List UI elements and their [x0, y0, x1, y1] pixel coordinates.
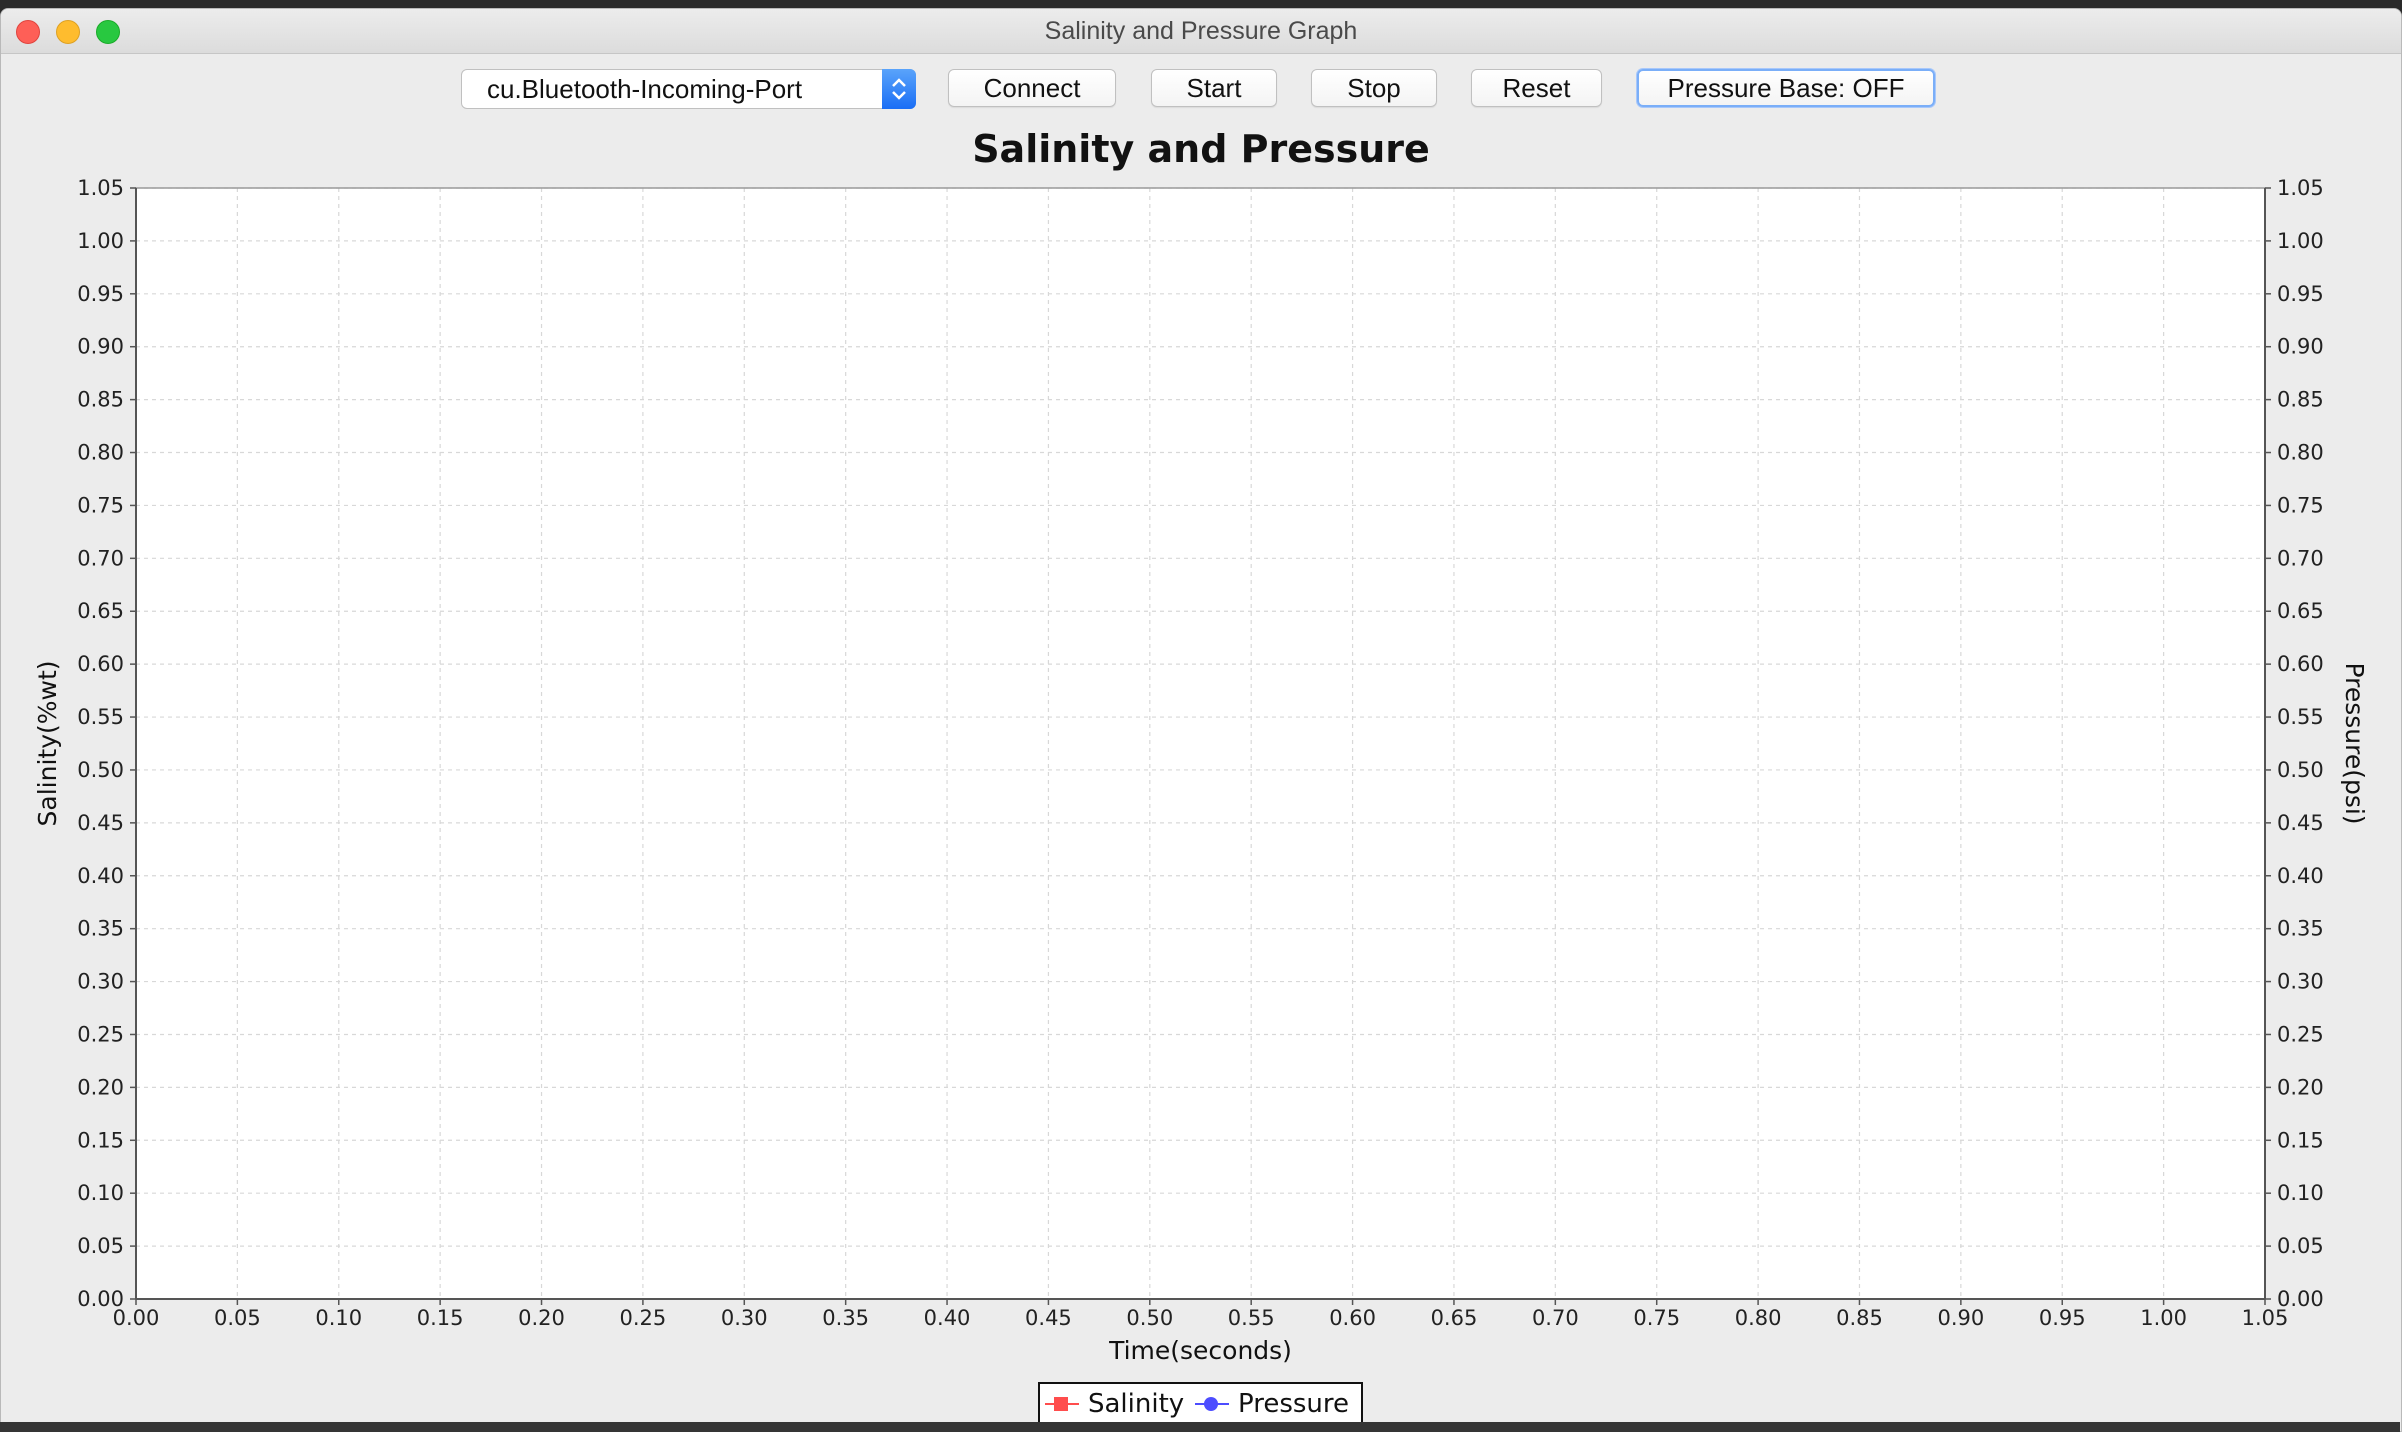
y-tick-label: 1.00	[77, 229, 124, 253]
y-tick-label: 1.05	[77, 176, 124, 200]
x-tick-label: 0.15	[417, 1306, 464, 1330]
x-tick-label: 0.70	[1532, 1306, 1579, 1330]
y2-tick-label: 0.25	[2277, 1022, 2324, 1046]
circle-marker-icon	[1204, 1397, 1218, 1411]
y2-tick-label: 0.90	[2277, 335, 2324, 359]
y2-tick-label: 0.00	[2277, 1287, 2324, 1311]
y-tick-label: 0.65	[77, 599, 124, 623]
y2-tick-label: 0.30	[2277, 970, 2324, 994]
y-tick-label: 0.85	[77, 388, 124, 412]
y-tick-label: 0.25	[77, 1022, 124, 1046]
y-tick-label: 0.60	[77, 652, 124, 676]
plot-area	[136, 188, 2265, 1299]
y-tick-label: 0.80	[77, 441, 124, 465]
y-tick-label: 0.40	[77, 864, 124, 888]
y2-tick-label: 0.20	[2277, 1075, 2324, 1099]
x-tick-label: 0.50	[1126, 1306, 1173, 1330]
y2-tick-label: 0.50	[2277, 758, 2324, 782]
y2-tick-label: 0.40	[2277, 864, 2324, 888]
y2-tick-label: 0.45	[2277, 811, 2324, 835]
y-tick-label: 0.00	[77, 1287, 124, 1311]
x-axis-label: Time(seconds)	[1108, 1336, 1292, 1365]
chart-legend: Salinity Pressure	[1038, 1382, 1363, 1426]
y-tick-label: 0.70	[77, 546, 124, 570]
y-tick-label: 0.90	[77, 335, 124, 359]
y-tick-label: 0.55	[77, 705, 124, 729]
y-tick-label: 0.75	[77, 493, 124, 517]
y2-tick-label: 0.85	[2277, 388, 2324, 412]
y-tick-label: 0.10	[77, 1181, 124, 1205]
app-window: Salinity and Pressure Graph cu.Bluetooth…	[0, 8, 2402, 1432]
y2-tick-label: 0.75	[2277, 493, 2324, 517]
y-tick-label: 0.20	[77, 1075, 124, 1099]
y2-tick-label: 0.35	[2277, 917, 2324, 941]
x-tick-label: 0.35	[822, 1306, 869, 1330]
x-tick-label: 0.30	[721, 1306, 768, 1330]
y2-tick-label: 0.95	[2277, 282, 2324, 306]
x-tick-label: 0.75	[1633, 1306, 1680, 1330]
y2-tick-label: 0.15	[2277, 1128, 2324, 1152]
salinity-legend-line	[1045, 1397, 1079, 1411]
y-tick-label: 0.95	[77, 282, 124, 306]
y-tick-label: 0.35	[77, 917, 124, 941]
y-tick-label: 0.15	[77, 1128, 124, 1152]
x-tick-label: 1.00	[2140, 1306, 2187, 1330]
y2-tick-label: 1.05	[2277, 176, 2324, 200]
y2-tick-label: 0.80	[2277, 441, 2324, 465]
x-tick-label: 0.65	[1431, 1306, 1478, 1330]
y2-tick-label: 1.00	[2277, 229, 2324, 253]
x-tick-label: 0.10	[315, 1306, 362, 1330]
y2-tick-label: 0.10	[2277, 1181, 2324, 1205]
y2-axis-label: Pressure(psi)	[2340, 662, 2369, 824]
x-tick-label: 0.25	[620, 1306, 667, 1330]
x-tick-label: 0.55	[1228, 1306, 1275, 1330]
x-tick-label: 0.80	[1735, 1306, 1782, 1330]
legend-item-salinity: Salinity	[1088, 1389, 1185, 1419]
y2-tick-label: 0.60	[2277, 652, 2324, 676]
y2-tick-label: 0.70	[2277, 546, 2324, 570]
y2-tick-label: 0.05	[2277, 1234, 2324, 1258]
y-tick-label: 0.50	[77, 758, 124, 782]
x-tick-label: 0.20	[518, 1306, 565, 1330]
x-tick-label: 0.60	[1329, 1306, 1376, 1330]
y-tick-label: 0.30	[77, 970, 124, 994]
y-tick-label: 0.45	[77, 811, 124, 835]
x-tick-label: 0.90	[1937, 1306, 1984, 1330]
square-marker-icon	[1054, 1397, 1068, 1411]
y-axis-label: Salinity(%wt)	[33, 661, 62, 827]
y-tick-label: 0.05	[77, 1234, 124, 1258]
x-tick-label: 0.85	[1836, 1306, 1883, 1330]
x-tick-label: 0.45	[1025, 1306, 1072, 1330]
pressure-legend-line	[1195, 1397, 1229, 1411]
y2-tick-label: 0.65	[2277, 599, 2324, 623]
y2-tick-label: 0.55	[2277, 705, 2324, 729]
x-tick-label: 0.95	[2039, 1306, 2086, 1330]
legend-item-pressure: Pressure	[1238, 1389, 1350, 1419]
chart-svg: 0.00 0.05 0.10 0.15 0.20 0.25 0.30 0.35 0.40 0.45…	[33, 176, 2369, 1365]
x-tick-label: 0.05	[214, 1306, 261, 1330]
window-bottom-edge	[0, 1422, 2400, 1432]
x-tick-label: 0.40	[924, 1306, 971, 1330]
